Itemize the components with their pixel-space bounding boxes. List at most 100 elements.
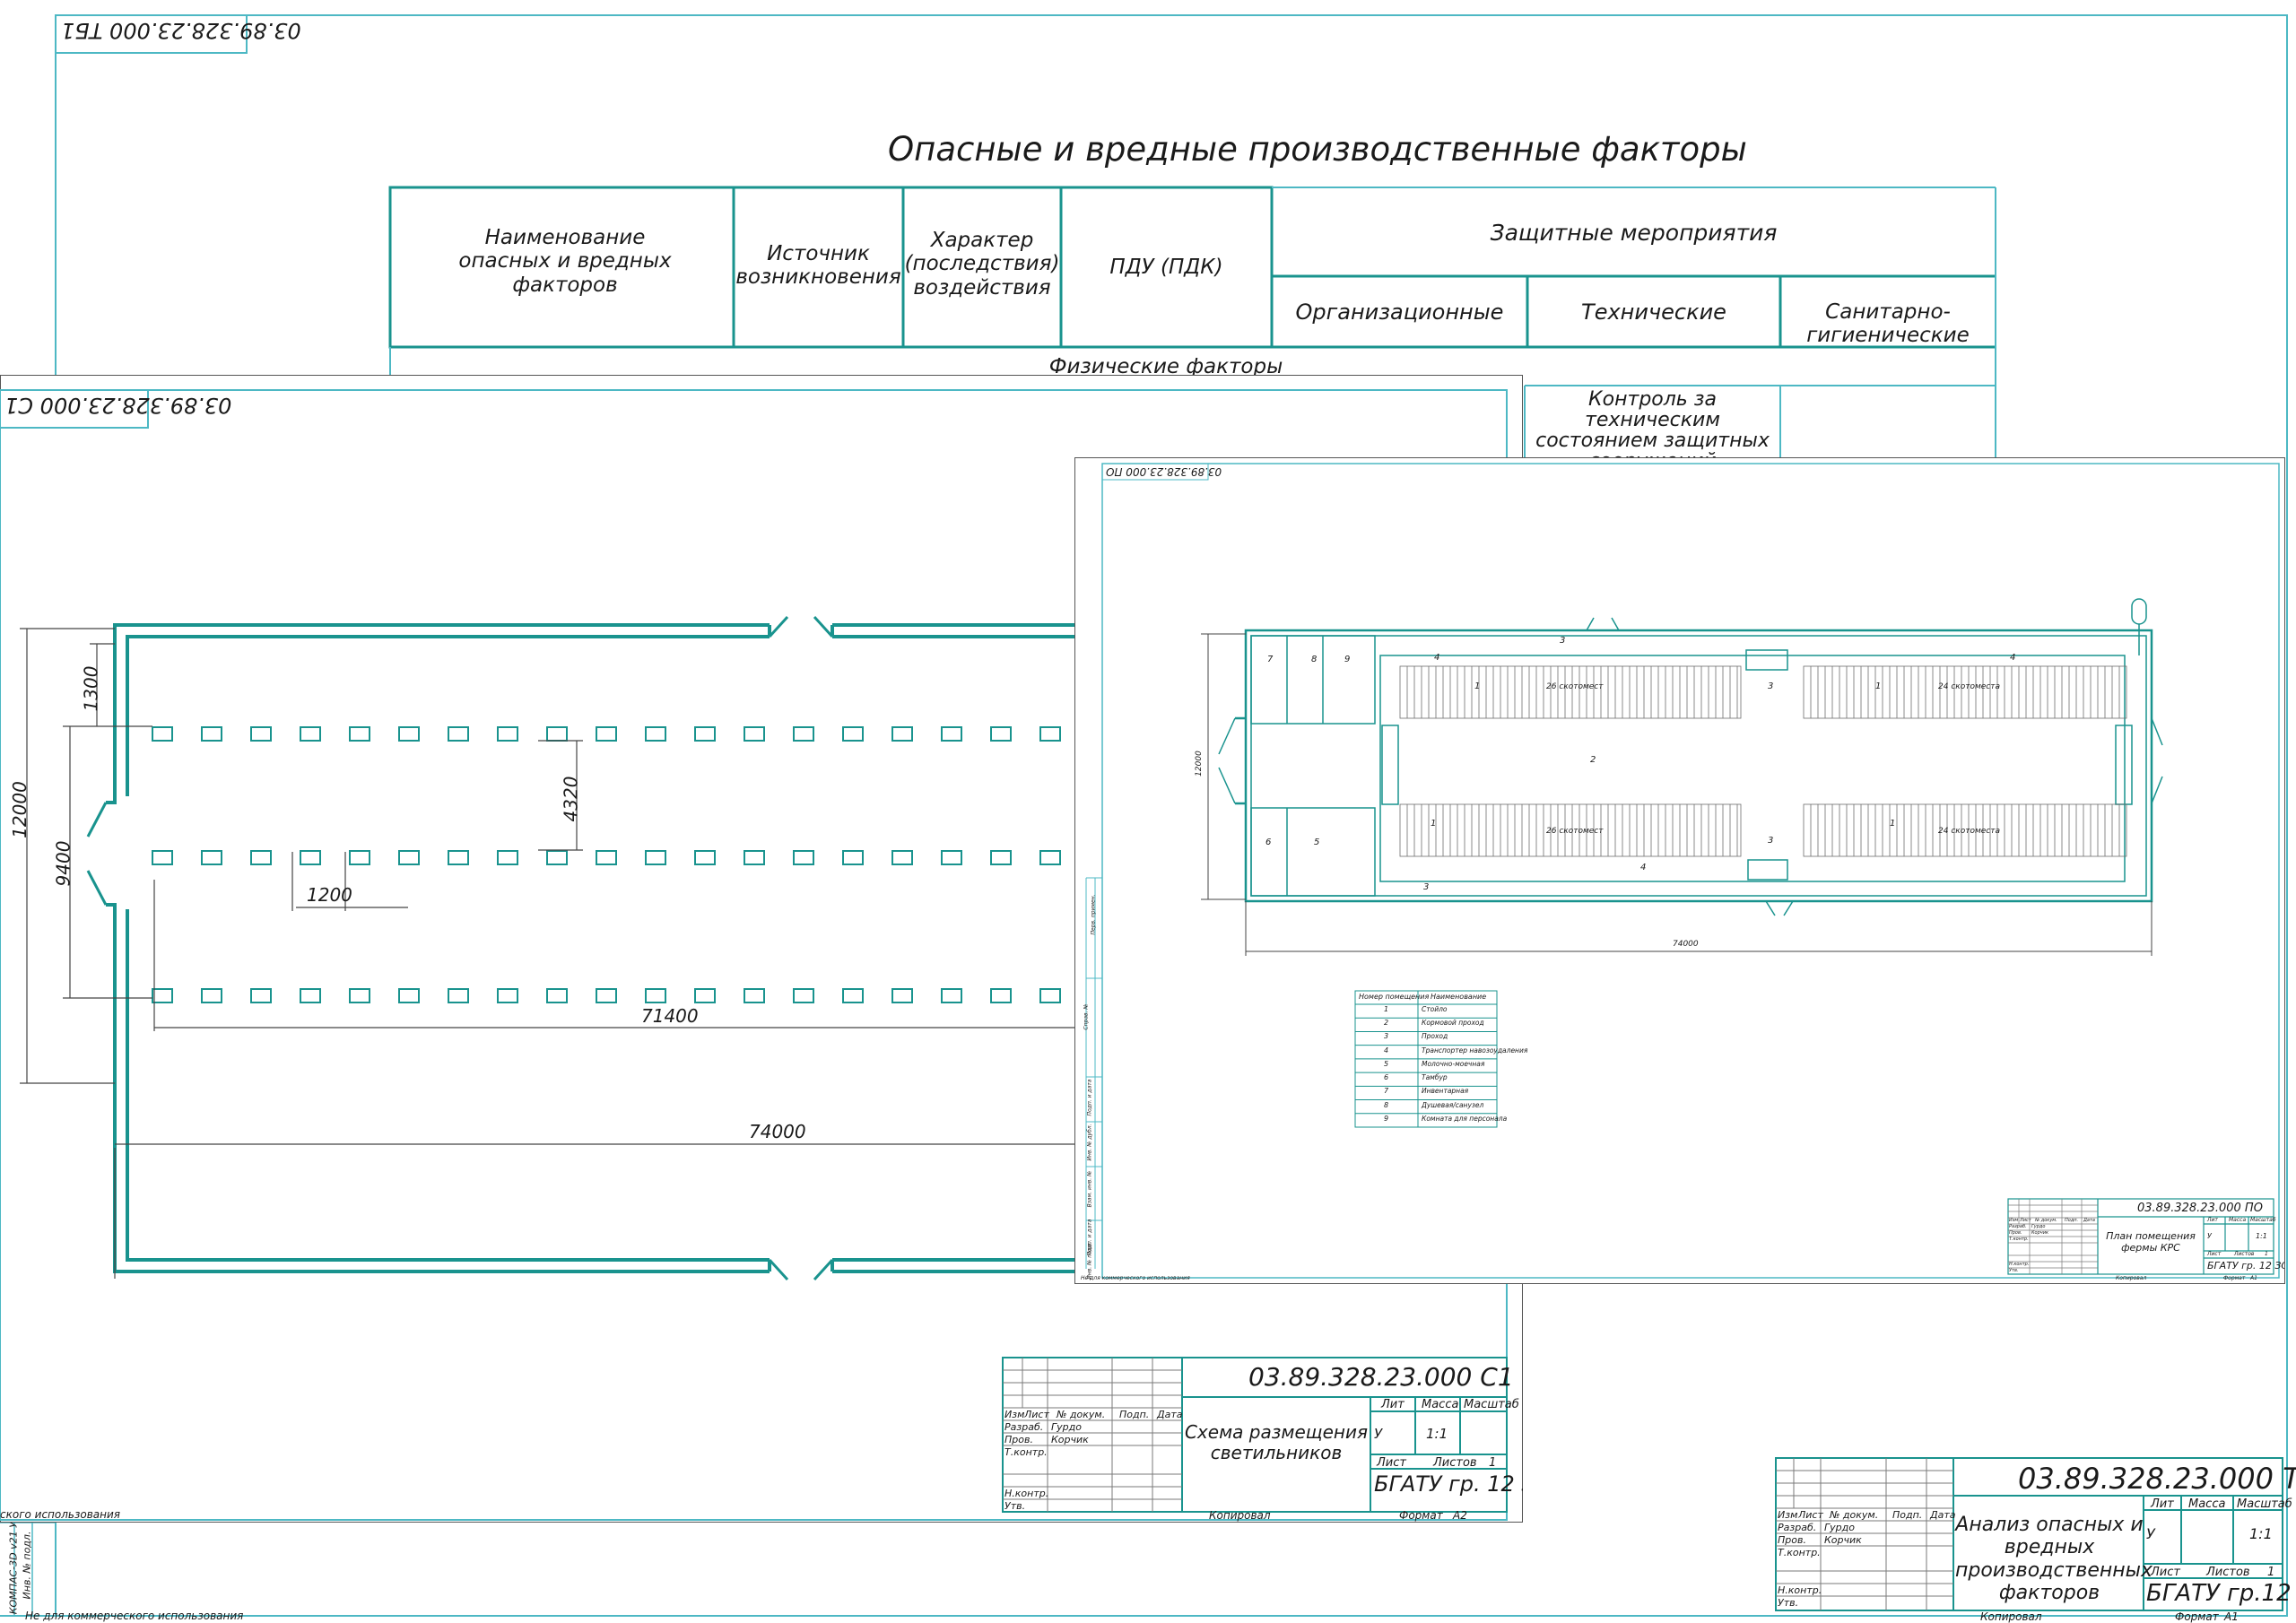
- stalls-24-bottom: 24 скотоместа: [1938, 827, 2000, 836]
- tb1-stamp-h-izm: Изм: [1778, 1509, 1798, 1521]
- c1-stamp-h-izm: Изм: [1004, 1409, 1025, 1420]
- tb1-stamp-r-nkontr: Н.контр.: [1778, 1584, 1822, 1596]
- room-3-top: 3: [1560, 636, 1566, 646]
- tb1-stamp-org: БГАТУ гр.12 ЗОТ: [2146, 1580, 2296, 1607]
- c1-stamp-h-doc: № докум.: [1057, 1409, 1106, 1420]
- po-stamp-r-nkontr: Н.контр.: [2009, 1262, 2030, 1267]
- tb1-side-a: КОМПАС-3D v21 Уч: [7, 1515, 20, 1615]
- legend-row-number: 1: [1384, 1005, 1389, 1013]
- po-stamp-code: 03.89.328.23.000 ПО: [2137, 1202, 2263, 1215]
- tb1-stamp-r-razrab: Разраб.: [1778, 1522, 1817, 1533]
- tb1-stamp-sheets-val: 1: [2267, 1566, 2275, 1579]
- po-side-a: Перв. примен.: [1090, 894, 1097, 935]
- po-stamp-r-utv: Утв.: [2009, 1268, 2019, 1273]
- legend-row-number: 5: [1384, 1059, 1389, 1068]
- tb1-side-b: Инв. № подл.: [21, 1531, 33, 1600]
- c1-stamp-sheets-val: 1: [1489, 1456, 1497, 1470]
- po-stamp-r-tkontr: Т.контр.: [2009, 1237, 2029, 1242]
- room-5: 5: [1314, 838, 1320, 847]
- tb1-stamp-lit-val: У: [2146, 1525, 2155, 1542]
- legend-row-number: 7: [1384, 1087, 1389, 1096]
- tb1-stamp-scale-val: 1:1: [2249, 1525, 2273, 1542]
- po-stamp-scale-val: 1:1: [2256, 1232, 2267, 1240]
- po-footer-notice: Не для коммерческого использования: [1081, 1275, 1190, 1281]
- legend-row-name: Молочно-моечная: [1422, 1059, 1485, 1068]
- po-stamp-lit: Лит: [2207, 1217, 2218, 1223]
- tb1-stamp-h-doc: № докум.: [1830, 1509, 1879, 1521]
- room-4-top-right: 4: [2010, 653, 2016, 663]
- po-stamp-sheets: Листов: [2234, 1251, 2255, 1257]
- c1-stamp-n-razrab: Гурдо: [1051, 1421, 1082, 1433]
- c1-stamp-r-utv: Утв.: [1004, 1500, 1026, 1512]
- room-3-mid-bottom: 3: [1768, 836, 1774, 846]
- po-side-b: Справ. №: [1083, 1003, 1090, 1030]
- legend-row-name: Кормовой проход: [1422, 1019, 1484, 1028]
- tb1-format: Формат: [2175, 1610, 2219, 1623]
- tb1-stamp-lit: Лит: [2151, 1497, 2174, 1511]
- col-source: Источник возникновения: [735, 242, 901, 290]
- c1-stamp-code: 03.89.328.23.000 С1: [1248, 1362, 1514, 1392]
- legend-row-name: Тамбур: [1422, 1073, 1448, 1082]
- tb1-stamp-mass: Масса: [2188, 1497, 2226, 1511]
- legend-row-name: Комната для персонала: [1422, 1114, 1508, 1123]
- po-format: Формат: [2223, 1275, 2246, 1281]
- po-side-g: Инв. № подл.: [1086, 1242, 1093, 1280]
- tb1-copied: Копировал: [1980, 1610, 2042, 1623]
- room-1-tr: 1: [1875, 681, 1882, 691]
- c1-stamp-sheet: Лист: [1377, 1456, 1406, 1470]
- room-1-tl: 1: [1474, 681, 1481, 691]
- po-dim-12000: 12000: [1194, 751, 1204, 777]
- room-1-br: 1: [1890, 819, 1896, 829]
- po-copied: Копировал: [2116, 1275, 2147, 1281]
- po-stamp-mass: Масса: [2229, 1217, 2247, 1223]
- po-dim-74000: 74000: [1673, 940, 1699, 949]
- tb1-stamp-scale: Масштаб: [2237, 1497, 2292, 1511]
- c1-stamp-r-razrab: Разраб.: [1004, 1421, 1044, 1433]
- legend-h-num: Номер помещения: [1359, 993, 1430, 1001]
- legend-row-number: 8: [1384, 1100, 1389, 1109]
- room-3-mid-top: 3: [1768, 681, 1774, 691]
- room-4-top-left: 4: [1434, 653, 1440, 663]
- legend-row-name: Транспортер навозоудаления: [1422, 1046, 1528, 1055]
- po-stamp-h-list: Лист: [2020, 1218, 2031, 1223]
- po-side-c: Подп. и дата: [1086, 1079, 1093, 1116]
- room-7: 7: [1267, 655, 1274, 664]
- legend-row-name: Инвентарная: [1422, 1087, 1469, 1096]
- tb1-stamp-r-tkontr: Т.контр.: [1778, 1547, 1821, 1558]
- c1-stamp-org: БГАТУ гр. 12 ЗОТ: [1374, 1471, 1523, 1497]
- stalls-24-top: 24 скотоместа: [1938, 682, 2000, 691]
- legend-row-name: Стойло: [1422, 1005, 1448, 1013]
- tb1-code-upside: 03.89.328.23.000 ТБ1: [61, 18, 301, 43]
- po-stamp-h-sign: Подп.: [2065, 1218, 2079, 1223]
- tb1-stamp-r-prov: Пров.: [1778, 1534, 1806, 1546]
- po-stamp-org: БГАТУ гр. 12 ЗОТ: [2207, 1260, 2284, 1271]
- tb1-stamp-h-sign: Подп.: [1892, 1509, 1923, 1521]
- po-side-e: Взам. инв. №: [1086, 1170, 1093, 1208]
- c1-stamp-name: Схема размещения светильников: [1184, 1421, 1369, 1463]
- tb1-stamp-code: 03.89.328.23.000 ТБ1: [2018, 1462, 2296, 1496]
- c1-stamp-mass: Масса: [1422, 1398, 1459, 1411]
- legend-h-name: Наименование: [1431, 993, 1487, 1001]
- stalls-26-top: 26 скотомест: [1546, 682, 1604, 691]
- c1-stamp-r-nkontr: Н.контр.: [1004, 1488, 1049, 1499]
- col-hazard-name: Наименование опасных и вредных факторов: [458, 226, 672, 297]
- room-6: 6: [1265, 838, 1272, 847]
- legend-row-number: 6: [1384, 1073, 1389, 1082]
- po-stamp-lit-val: У: [2207, 1232, 2212, 1240]
- room-4-bottom: 4: [1640, 863, 1647, 872]
- tb1-stamp-sheets: Листов: [2206, 1566, 2250, 1579]
- col-technical: Технические: [1581, 299, 1726, 325]
- po-stamp-sheet: Лист: [2207, 1251, 2222, 1257]
- col-character: Характер (последствия) воздействия: [904, 229, 1060, 299]
- col-organizational: Организационные: [1295, 299, 1504, 325]
- col-pdu: ПДУ (ПДК): [1109, 256, 1223, 279]
- room-3-bottom: 3: [1423, 882, 1430, 892]
- sheet-po: 03.89.328.23.000 ПО 7 8 9 6 5 3 4 4 1 26…: [1074, 457, 2285, 1284]
- po-format-val: А1: [2250, 1275, 2257, 1281]
- tb1-stamp-sheet: Лист: [2151, 1566, 2180, 1579]
- po-stamp-h-doc: № докум.: [2035, 1218, 2057, 1223]
- c1-stamp-lit: Лит: [1381, 1398, 1405, 1411]
- legend-row-number: 3: [1384, 1032, 1389, 1041]
- po-stamp-scale: Масштаб: [2250, 1217, 2276, 1223]
- tb1-stamp-n-prov: Корчик: [1824, 1534, 1862, 1546]
